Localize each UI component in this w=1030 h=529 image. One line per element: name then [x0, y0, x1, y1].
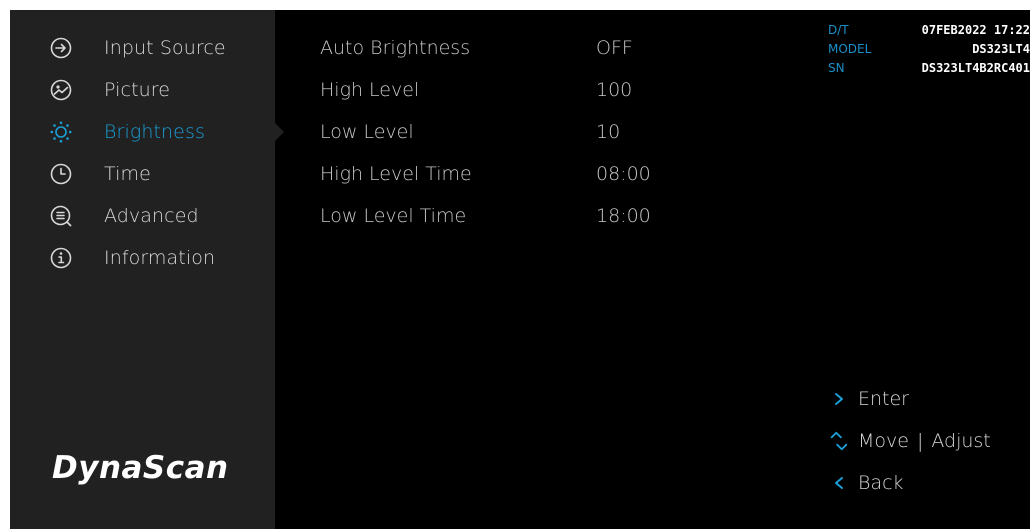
setting-row-low-level[interactable]: Low Level 10	[320, 115, 740, 149]
sidebar-item-picture[interactable]: Picture	[10, 73, 275, 107]
sidebar-item-brightness[interactable]: Brightness	[10, 115, 275, 149]
chevron-left-icon	[835, 477, 843, 489]
info-icon	[50, 247, 72, 269]
brightness-icon	[50, 121, 72, 143]
sidebar-item-information[interactable]: Information	[10, 241, 275, 275]
serial-value: DS323LT4B2RC401	[921, 61, 1030, 75]
info-row-model: MODEL DS323LT4	[828, 42, 1030, 61]
setting-value: OFF	[596, 37, 633, 59]
dynascan-logo: DynaScan	[52, 450, 229, 486]
setting-row-high-level-time[interactable]: High Level Time 08:00	[320, 157, 740, 191]
adjust-label: Adjust	[931, 430, 991, 452]
datetime-label: D/T	[828, 23, 849, 37]
setting-value: 18:00	[596, 205, 651, 227]
serial-label: SN	[828, 61, 845, 75]
sidebar-item-label: Information	[104, 247, 216, 269]
datetime-value: 07FEB2022 17:22	[921, 23, 1030, 37]
sidebar-item-label: Brightness	[104, 121, 205, 143]
setting-value: 100	[596, 79, 633, 101]
hint-separator: |	[916, 430, 924, 452]
info-row-serial: SN DS323LT4B2RC401	[828, 61, 1030, 80]
setting-label: High Level	[320, 79, 420, 101]
hint-enter: Enter	[828, 384, 909, 414]
sidebar-menu: Input Source Picture Brightness Time Adv…	[10, 10, 275, 529]
setting-label: Auto Brightness	[320, 37, 471, 59]
clock-icon	[50, 163, 72, 185]
input-source-icon	[50, 37, 72, 59]
model-label: MODEL	[828, 42, 872, 56]
setting-label: Low Level Time	[320, 205, 467, 227]
up-down-arrows-icon	[830, 431, 848, 451]
setting-row-high-level[interactable]: High Level 100	[320, 73, 740, 107]
sidebar-item-label: Advanced	[104, 205, 199, 227]
picture-icon	[50, 79, 72, 101]
setting-row-auto-brightness[interactable]: Auto Brightness OFF	[320, 31, 740, 65]
sidebar-item-input-source[interactable]: Input Source	[10, 31, 275, 65]
back-label: Back	[858, 472, 904, 494]
setting-label: High Level Time	[320, 163, 472, 185]
move-label: Move	[858, 430, 909, 452]
info-row-datetime: D/T 07FEB2022 17:22	[828, 23, 1030, 42]
sidebar-item-label: Time	[104, 163, 151, 185]
chevron-right-icon	[835, 393, 843, 405]
model-value: DS323LT4	[972, 42, 1030, 56]
advanced-icon	[50, 205, 72, 227]
sidebar-item-label: Input Source	[104, 37, 226, 59]
enter-label: Enter	[858, 388, 909, 410]
setting-value: 08:00	[596, 163, 651, 185]
setting-value: 10	[596, 121, 621, 143]
device-info-panel: D/T 07FEB2022 17:22 MODEL DS323LT4 SN DS…	[828, 23, 1030, 80]
osd-screen: Input Source Picture Brightness Time Adv…	[10, 10, 1030, 529]
hint-back: Back	[828, 468, 904, 498]
hint-move-adjust: Move | Adjust	[828, 426, 991, 456]
setting-label: Low Level	[320, 121, 414, 143]
sidebar-item-advanced[interactable]: Advanced	[10, 199, 275, 233]
setting-row-low-level-time[interactable]: Low Level Time 18:00	[320, 199, 740, 233]
selection-pointer	[275, 123, 284, 141]
sidebar-item-time[interactable]: Time	[10, 157, 275, 191]
sidebar-item-label: Picture	[104, 79, 171, 101]
